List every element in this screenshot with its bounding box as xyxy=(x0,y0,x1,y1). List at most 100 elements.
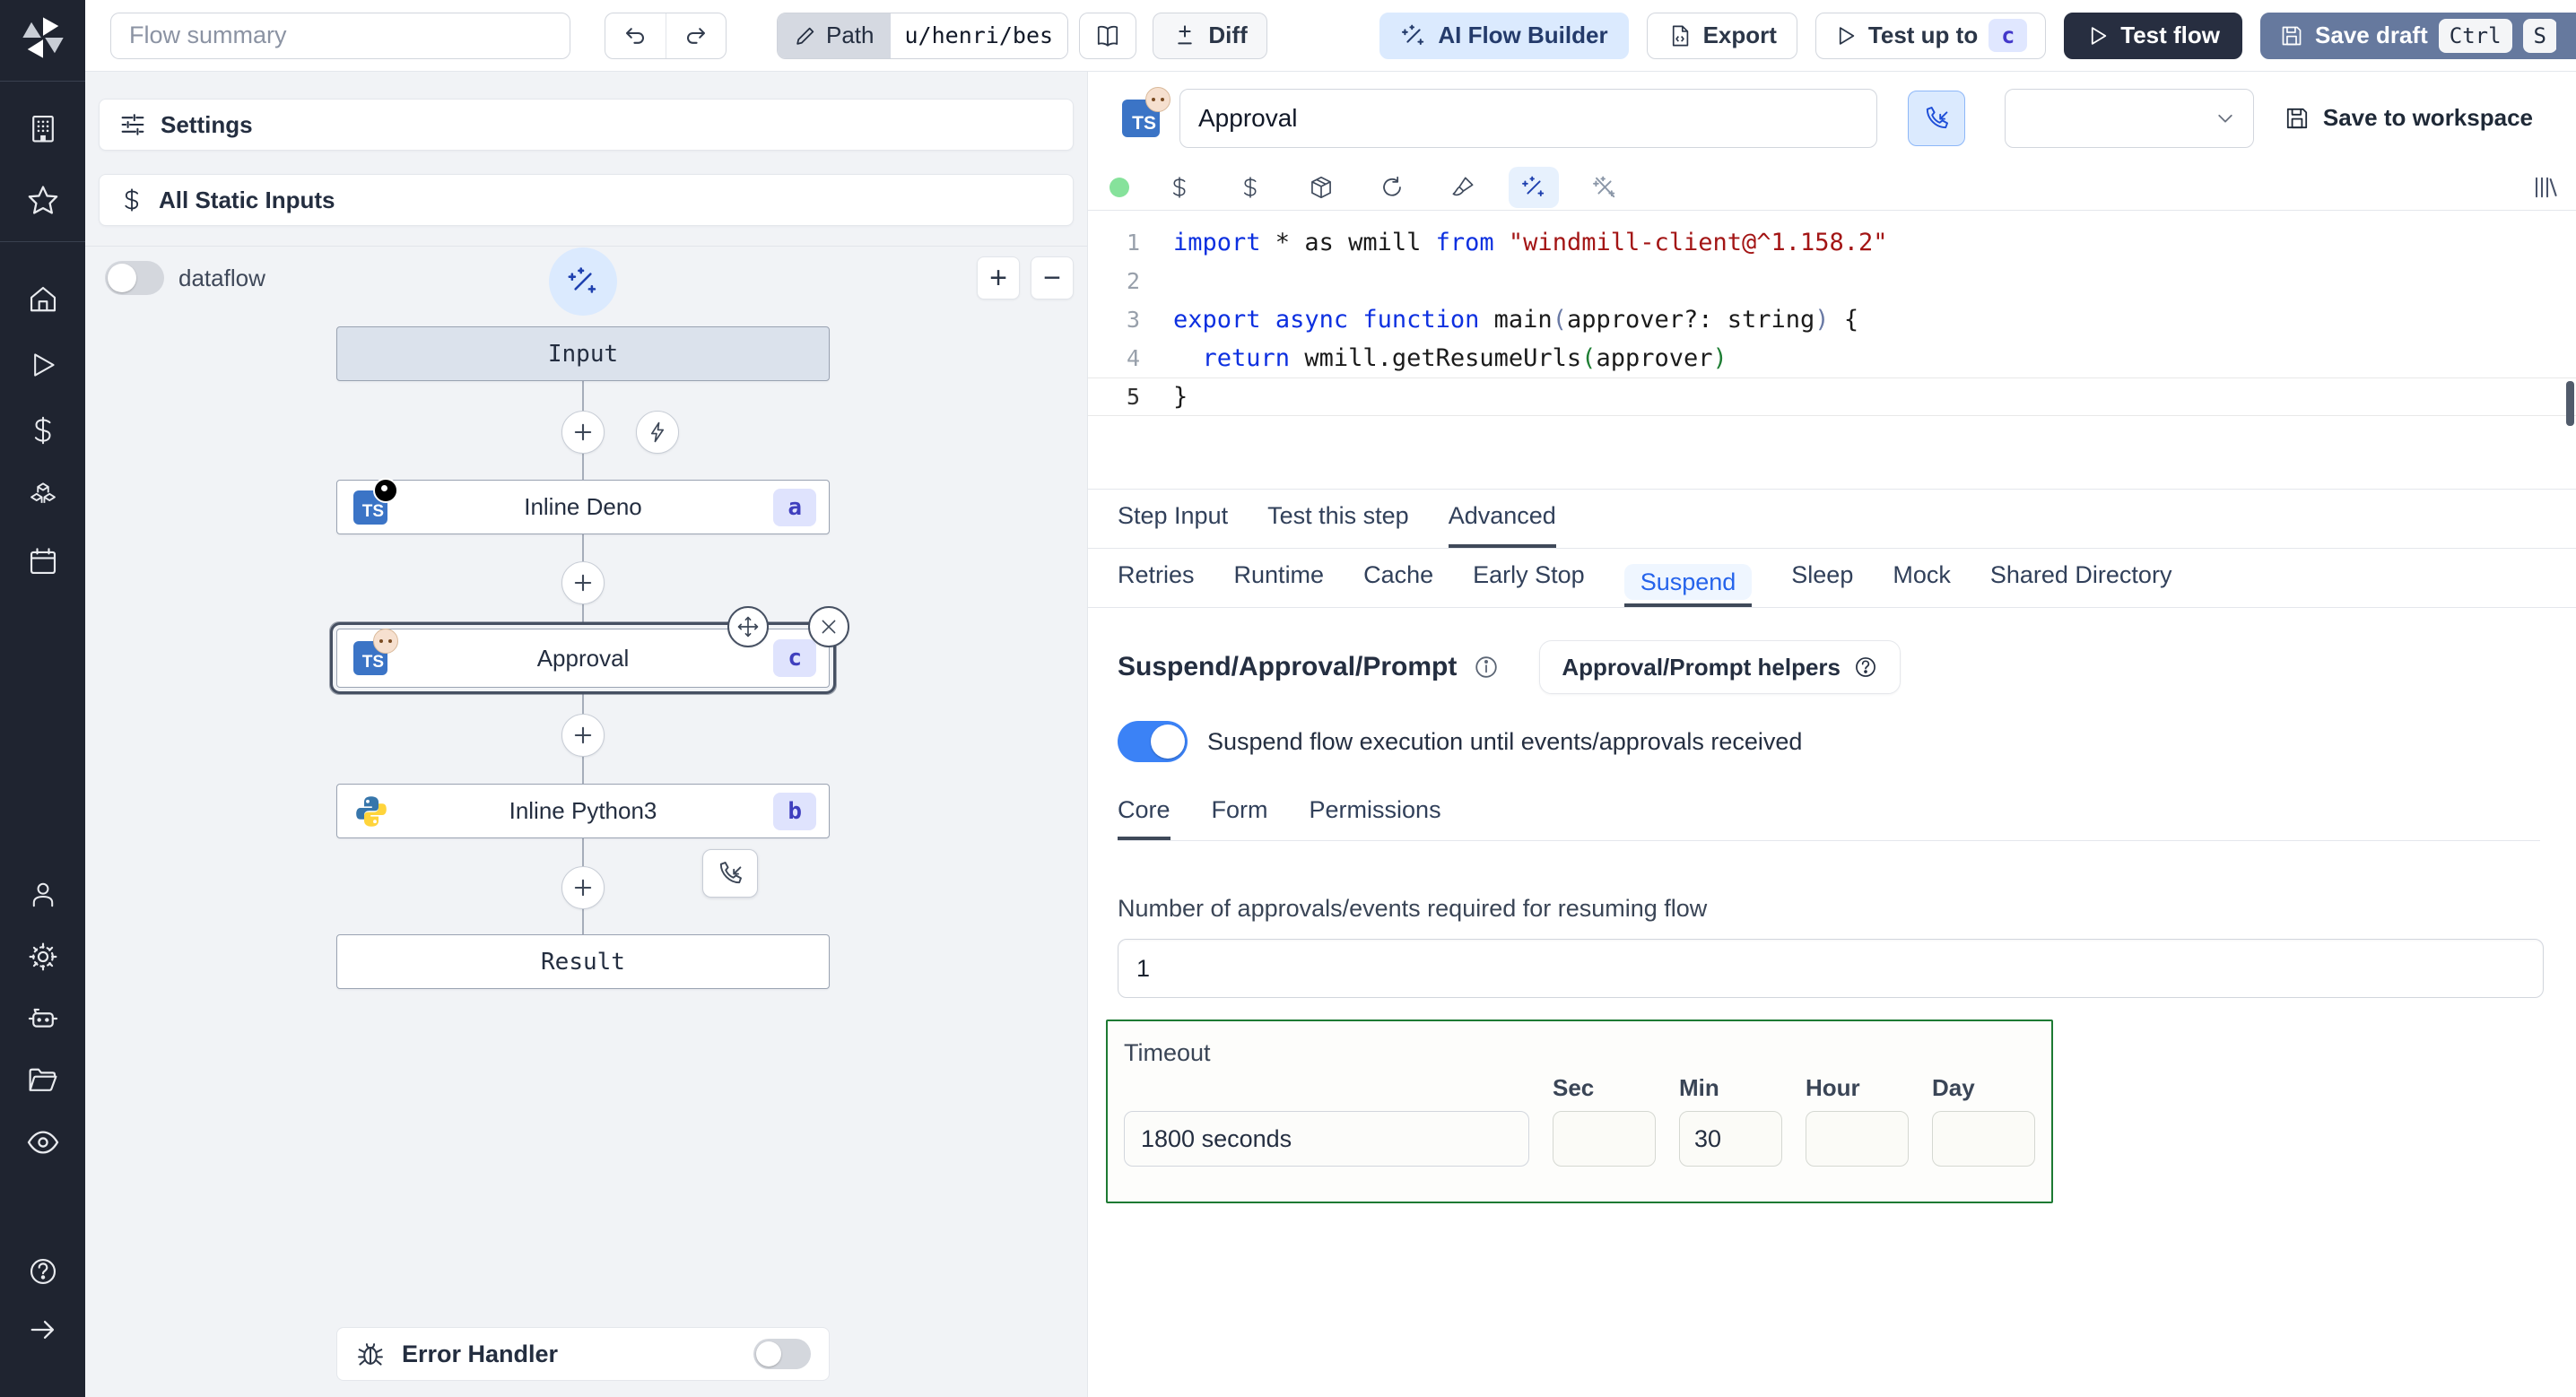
add-step-button[interactable] xyxy=(561,714,605,757)
plus-minus-icon xyxy=(1178,24,1193,44)
tab-advanced[interactable]: Advanced xyxy=(1448,502,1556,548)
delete-step-button[interactable] xyxy=(808,606,849,647)
redo-button[interactable] xyxy=(666,13,727,58)
add-step-button[interactable] xyxy=(561,411,605,454)
ai-assistant-wand-icon[interactable] xyxy=(1509,166,1559,208)
path-button-group: Path u/henri/bes xyxy=(777,12,1069,59)
users-icon[interactable] xyxy=(25,877,61,913)
error-handler-card[interactable]: Error Handler xyxy=(336,1327,830,1381)
tab-sleep[interactable]: Sleep xyxy=(1791,561,1853,607)
timeout-day-input[interactable] xyxy=(1932,1111,2035,1167)
step-editor-panel: TS Save to workspace xyxy=(1087,72,2576,1397)
settings-gear-icon[interactable] xyxy=(25,939,61,975)
docs-book-button[interactable] xyxy=(1079,12,1137,59)
library-icon[interactable] xyxy=(2531,174,2558,201)
ai-disabled-wand-icon[interactable] xyxy=(1580,167,1630,208)
info-icon[interactable] xyxy=(1473,654,1500,681)
suspend-phone-button[interactable] xyxy=(1908,90,1965,146)
undo-button[interactable] xyxy=(605,13,666,58)
code-line[interactable]: 4 return wmill.getResumeUrls(approver) xyxy=(1088,339,2576,377)
code-editor[interactable]: 1 import * as wmill from "windmill-client… xyxy=(1088,211,2576,489)
kbd-ctrl: Ctrl xyxy=(2438,18,2512,53)
timeout-min-input[interactable] xyxy=(1679,1111,1782,1167)
step-node-inline-deno[interactable]: TS Inline Deno a xyxy=(336,477,830,534)
resources-icon[interactable] xyxy=(25,478,61,514)
add-variable-icon[interactable] xyxy=(1154,167,1205,208)
code-line[interactable]: 5} xyxy=(1088,377,2576,416)
timeout-duration-input[interactable] xyxy=(1124,1111,1529,1167)
flow-summary-input[interactable] xyxy=(110,12,570,59)
code-line[interactable]: 1 import * as wmill from "windmill-client… xyxy=(1088,223,2576,262)
timeout-hour-input[interactable] xyxy=(1806,1111,1909,1167)
timeout-min-label: Min xyxy=(1679,1074,1719,1101)
tab-suspend[interactable]: Suspend xyxy=(1623,564,1753,607)
tab-permissions[interactable]: Permissions xyxy=(1310,796,1441,840)
ai-graph-wand-button[interactable] xyxy=(549,247,617,316)
bug-icon xyxy=(358,1343,383,1366)
error-handler-toggle[interactable] xyxy=(753,1339,811,1369)
test-up-to-button[interactable]: Test up to c xyxy=(1815,12,2047,59)
ai-flow-builder-button[interactable]: AI Flow Builder xyxy=(1379,12,1629,59)
path-button[interactable]: Path xyxy=(778,13,891,58)
format-brush-icon[interactable] xyxy=(1438,167,1488,208)
tab-retries[interactable]: Retries xyxy=(1118,561,1195,607)
bun-icon xyxy=(373,629,398,654)
tab-runtime[interactable]: Runtime xyxy=(1234,561,1325,607)
flow-settings-button[interactable]: Settings xyxy=(99,99,1074,151)
audit-eye-icon[interactable] xyxy=(25,1124,61,1160)
suspend-phone-badge[interactable] xyxy=(702,849,758,898)
reload-icon[interactable] xyxy=(1367,167,1417,208)
add-step-button[interactable] xyxy=(561,561,605,604)
code-line[interactable]: 2 xyxy=(1088,262,2576,300)
save-draft-button[interactable]: Save draft Ctrl S xyxy=(2260,12,2576,59)
tab-cache[interactable]: Cache xyxy=(1363,561,1433,607)
tab-mock[interactable]: Mock xyxy=(1893,561,1951,607)
save-icon xyxy=(2282,26,2302,45)
workers-robot-icon[interactable] xyxy=(25,1001,61,1037)
tab-early-stop[interactable]: Early Stop xyxy=(1473,561,1585,607)
approval-prompt-helpers-button[interactable]: Approval/Prompt helpers xyxy=(1539,640,1901,694)
path-value[interactable]: u/henri/bes xyxy=(890,13,1068,58)
all-static-inputs-button[interactable]: All Static Inputs xyxy=(99,174,1074,226)
export-button[interactable]: Export xyxy=(1646,12,1797,59)
magic-wand-icon xyxy=(1402,24,1424,45)
help-icon[interactable] xyxy=(25,1254,61,1289)
editor-scrollbar-marker[interactable] xyxy=(2566,381,2574,426)
deno-icon xyxy=(373,477,398,503)
workspace-icon[interactable] xyxy=(25,110,61,146)
tab-test-this-step[interactable]: Test this step xyxy=(1267,502,1409,548)
tab-form[interactable]: Form xyxy=(1212,796,1268,840)
add-resource-icon[interactable] xyxy=(1225,167,1275,208)
step-id-badge: b xyxy=(773,792,816,830)
timeout-sec-input[interactable] xyxy=(1553,1111,1656,1167)
save-to-workspace-button[interactable]: Save to workspace xyxy=(2284,104,2533,132)
test-flow-button[interactable]: Test flow xyxy=(2064,12,2243,59)
diff-button[interactable]: Diff xyxy=(1153,12,1268,59)
schedules-icon[interactable] xyxy=(25,543,61,579)
suspend-toggle[interactable] xyxy=(1118,721,1188,762)
script-version-select[interactable] xyxy=(2005,88,2254,148)
sidebar-divider xyxy=(0,81,85,82)
favorites-star-icon[interactable] xyxy=(25,182,61,218)
code-line[interactable]: 3 export async function main(approver?: s… xyxy=(1088,300,2576,339)
package-icon[interactable] xyxy=(1296,167,1346,208)
tab-core[interactable]: Core xyxy=(1118,796,1171,840)
step-node-inline-python3[interactable]: Inline Python3 b xyxy=(336,784,830,838)
input-node[interactable]: Input xyxy=(336,326,830,381)
folders-icon[interactable] xyxy=(25,1063,61,1098)
home-icon[interactable] xyxy=(25,282,61,317)
deploy-button-partial[interactable] xyxy=(2556,13,2576,59)
runs-icon[interactable] xyxy=(25,347,61,383)
approvals-count-input[interactable] xyxy=(1118,939,2544,998)
add-trigger-zap-button[interactable] xyxy=(636,411,679,454)
step-name-input[interactable] xyxy=(1179,88,1877,148)
expand-sidebar-arrow-icon[interactable] xyxy=(25,1312,61,1348)
windmill-logo-icon[interactable] xyxy=(19,11,67,65)
result-node[interactable]: Result xyxy=(336,934,830,989)
tab-shared-directory[interactable]: Shared Directory xyxy=(1990,561,2172,607)
variables-icon[interactable] xyxy=(25,412,61,448)
flow-panel-top: Settings All Static Inputs xyxy=(85,72,1087,247)
move-step-button[interactable] xyxy=(727,606,769,647)
tab-step-input[interactable]: Step Input xyxy=(1118,502,1228,548)
add-step-button[interactable] xyxy=(561,866,605,909)
